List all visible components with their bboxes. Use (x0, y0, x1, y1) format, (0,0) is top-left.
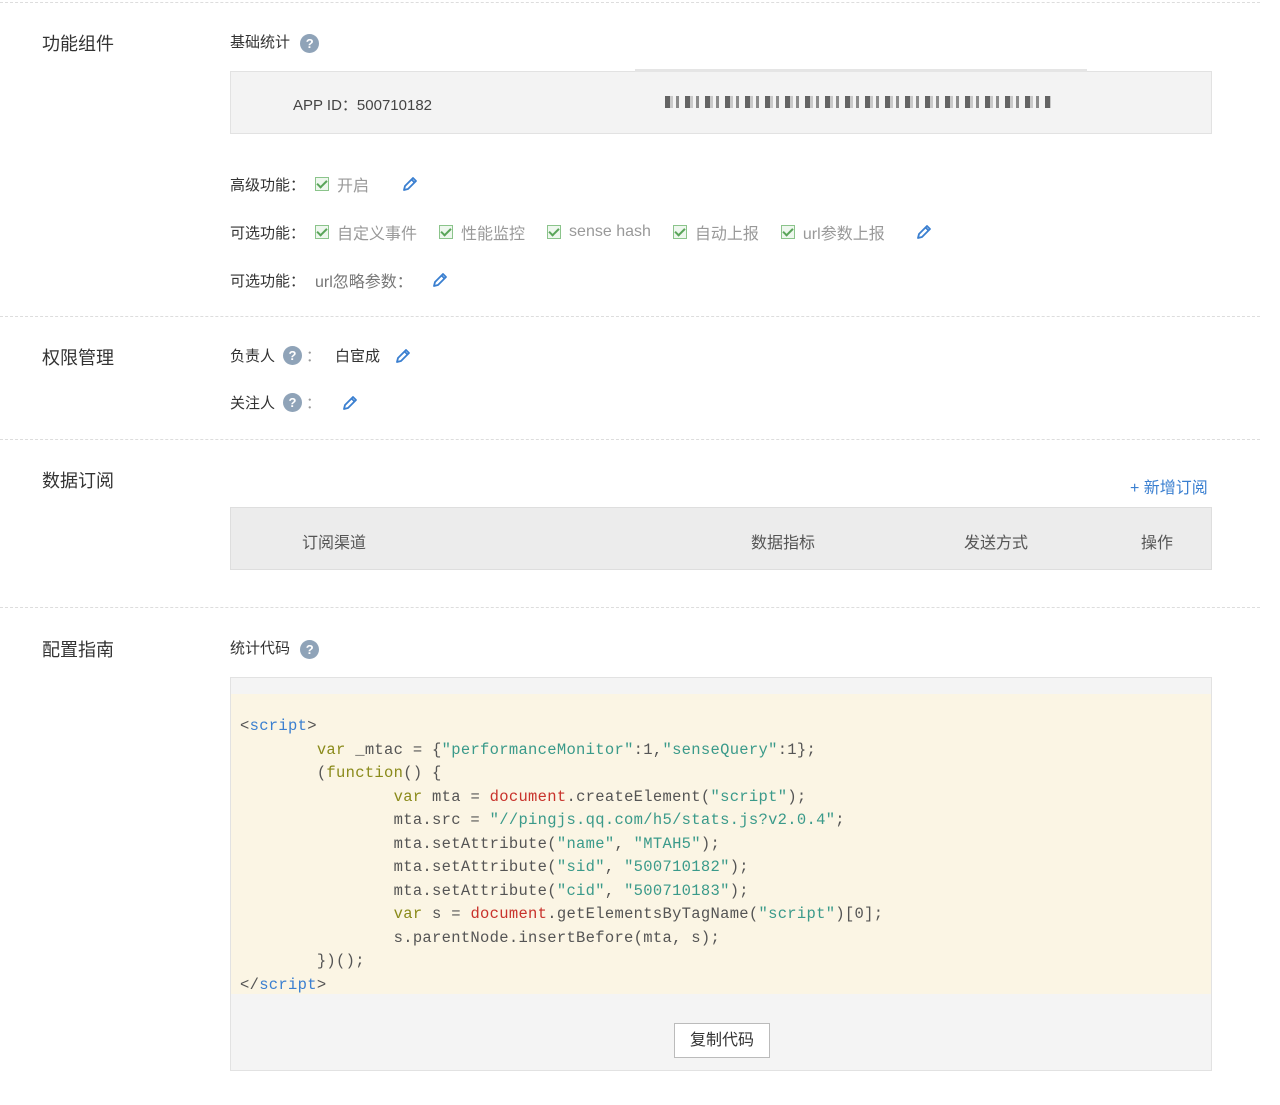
follower-label: 关注人 (230, 395, 276, 412)
column-send-method: 发送方式 (964, 535, 1029, 552)
checkbox-icon[interactable] (547, 225, 562, 239)
checkbox-url-param[interactable]: url参数上报 (780, 220, 885, 244)
checkbox-sense-hash[interactable]: sense hash (547, 223, 651, 241)
add-subscription-link[interactable]: + 新增订阅 (1130, 474, 1208, 498)
follower-row: 关注人 ? ： (230, 392, 359, 413)
app-id-box: APP ID：500710182 (230, 69, 1212, 134)
owner-label: 负责人 (230, 348, 276, 365)
edit-pencil-icon[interactable] (341, 394, 359, 412)
app-id-label: APP ID： (293, 97, 357, 114)
url-ignore-params: url忽略参数： (315, 274, 413, 291)
divider (0, 607, 1260, 608)
section-title-features: 功能组件 (42, 34, 114, 54)
edit-pencil-icon[interactable] (431, 271, 449, 289)
code-block[interactable]: <script> var _mtac = {"performanceMonito… (231, 694, 1211, 994)
divider (0, 439, 1260, 440)
section-title-subscription: 数据订阅 (42, 471, 114, 491)
column-actions: 操作 (1141, 535, 1174, 552)
checkbox-icon[interactable] (315, 177, 330, 191)
owner-name: 白宦成 (335, 348, 381, 365)
divider (0, 2, 1260, 3)
help-icon[interactable]: ? (283, 346, 303, 365)
basic-stats-label: 基础统计 (230, 34, 291, 51)
checkbox-icon[interactable] (672, 225, 687, 239)
edit-pencil-icon[interactable] (394, 347, 412, 365)
help-icon[interactable]: ? (300, 33, 320, 53)
checkbox-icon[interactable] (315, 225, 330, 239)
checkbox-auto-report[interactable]: 自动上报 (672, 220, 759, 244)
checkbox-custom-event[interactable]: 自定义事件 (315, 220, 417, 244)
help-icon[interactable]: ? (300, 639, 320, 659)
optional-row: 可选功能： 自定义事件 性能监控 sense hash 自动上报 url参数上报 (230, 220, 933, 244)
optional-label: 可选功能： (230, 224, 306, 242)
edit-pencil-icon[interactable] (401, 175, 419, 193)
basic-stats-title: 基础统计 ? (230, 31, 320, 53)
checkbox-performance[interactable]: 性能监控 (439, 220, 525, 244)
section-title-guide: 配置指南 (42, 640, 114, 660)
column-metrics: 数据指标 (751, 535, 816, 552)
optional-row-2: 可选功能： url忽略参数： (230, 268, 449, 292)
edit-pencil-icon[interactable] (915, 223, 933, 241)
stats-code-title: 统计代码 ? (230, 637, 320, 659)
column-channel: 订阅渠道 (302, 535, 367, 552)
advanced-label: 高级功能： (230, 176, 306, 194)
owner-row: 负责人 ? ： 白宦成 (230, 345, 412, 366)
app-id-value: 500710182 (356, 97, 433, 114)
code-panel: <script> var _mtac = {"performanceMonito… (230, 677, 1212, 1071)
help-icon[interactable]: ? (283, 393, 303, 412)
checkbox-enable[interactable]: 开启 (315, 172, 369, 196)
section-title-permissions: 权限管理 (42, 348, 114, 368)
subscription-table-header: 订阅渠道 数据指标 发送方式 操作 (230, 507, 1212, 570)
optional-label: 可选功能： (230, 272, 306, 290)
stats-code-label: 统计代码 (230, 640, 291, 657)
copy-code-button[interactable]: 复制代码 (674, 1023, 770, 1058)
advanced-row: 高级功能： 开启 (230, 172, 419, 196)
divider (0, 316, 1260, 317)
redacted-key (635, 69, 1087, 133)
checkbox-icon[interactable] (780, 225, 795, 239)
checkbox-icon[interactable] (439, 225, 454, 239)
